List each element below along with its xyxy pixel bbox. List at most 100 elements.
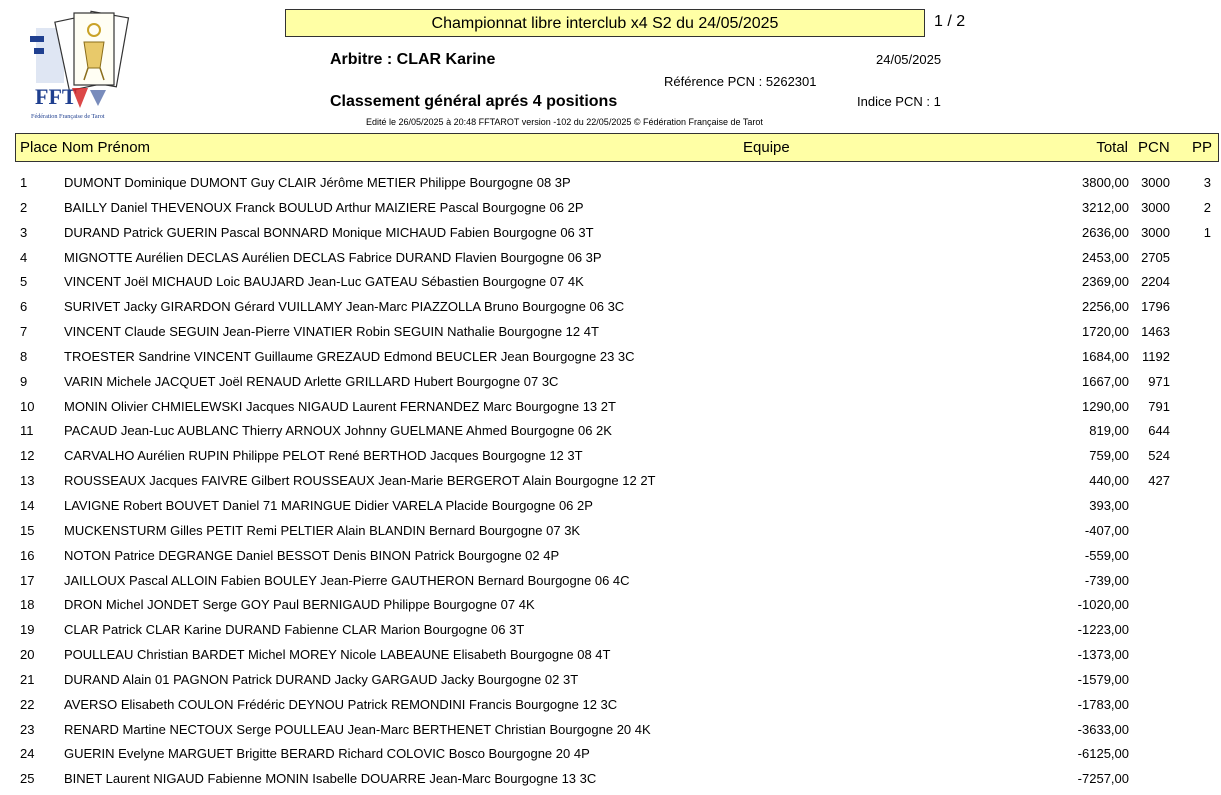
row-total: -7257,00: [1077, 771, 1129, 787]
row-team-members: VARIN Michele JACQUET Joël RENAUD Arlett…: [64, 373, 559, 389]
row-place: 23: [20, 721, 35, 737]
row-team-members: MONIN Olivier CHMIELEWSKI Jacques NIGAUD…: [64, 398, 616, 414]
row-place: 24: [20, 746, 35, 762]
table-header: Place Nom Prénom Equipe Total PCN PP: [15, 133, 1219, 162]
row-team-members: ROUSSEAUX Jacques FAIVRE Gilbert ROUSSEA…: [64, 473, 656, 489]
row-team-members: CARVALHO Aurélien RUPIN Philippe PELOT R…: [64, 448, 583, 464]
row-pcn: 644: [1148, 423, 1170, 439]
classement-heading: Classement général aprés 4 positions: [330, 93, 618, 110]
header-place-nom: Place Nom Prénom: [20, 139, 151, 156]
row-pp: 2: [1203, 199, 1211, 215]
row-total: 1290,00: [1082, 398, 1129, 414]
arbitre-label: Arbitre : CLAR Karine: [330, 51, 496, 68]
row-team-members: MIGNOTTE Aurélien DECLAS Aurélien DECLAS…: [64, 249, 602, 265]
table-row: 21 DURAND Alain 01 PAGNON Patrick DURAND …: [0, 667, 1221, 692]
row-total: -739,00: [1084, 572, 1129, 588]
row-place: 4: [20, 249, 28, 265]
table-row: 17 JAILLOUX Pascal ALLOIN Fabien BOULEY J…: [0, 568, 1221, 593]
row-team-members: DURAND Patrick GUERIN Pascal BONNARD Mon…: [64, 224, 594, 240]
row-total: -1373,00: [1077, 647, 1129, 663]
row-place: 25: [20, 771, 35, 787]
row-place: 12: [20, 448, 35, 464]
table-row: 3 DURAND Patrick GUERIN Pascal BONNARD Mo…: [0, 220, 1221, 245]
tarot-card-logo-icon: FFT Fédération Française de Tarot: [30, 10, 130, 120]
row-total: -407,00: [1084, 522, 1129, 538]
row-total: 3800,00: [1082, 175, 1129, 190]
row-place: 6: [20, 299, 28, 315]
row-total: -559,00: [1084, 547, 1129, 563]
row-team-members: DURAND Alain 01 PAGNON Patrick DURAND Ja…: [64, 671, 579, 687]
row-place: 5: [20, 274, 28, 290]
row-total: 2453,00: [1082, 249, 1129, 265]
row-pcn: 791: [1148, 398, 1170, 414]
row-total: 393,00: [1089, 497, 1129, 513]
row-pcn: 971: [1148, 373, 1170, 389]
row-total: 1720,00: [1082, 324, 1129, 340]
row-place: 8: [20, 348, 28, 364]
row-place: 1: [20, 175, 28, 190]
row-team-members: POULLEAU Christian BARDET Michel MOREY N…: [64, 647, 611, 663]
row-total: -1223,00: [1077, 622, 1129, 638]
table-row: 5 VINCENT Joël MICHAUD Loic BAUJARD Jean-…: [0, 269, 1221, 294]
table-row: 25 BINET Laurent NIGAUD Fabienne MONIN Is…: [0, 766, 1221, 791]
row-pcn: 1463: [1141, 324, 1170, 340]
row-place: 21: [20, 671, 35, 687]
row-total: 2369,00: [1082, 274, 1129, 290]
table-row: 24 GUERIN Evelyne MARGUET Brigitte BERARD…: [0, 741, 1221, 766]
row-total: 1667,00: [1082, 373, 1129, 389]
ranking-table: 1 DUMONT Dominique DUMONT Guy CLAIR Jérôm…: [0, 170, 1221, 791]
row-team-members: CLAR Patrick CLAR Karine DURAND Fabienne…: [64, 622, 525, 638]
table-row: 16 NOTON Patrice DEGRANGE Daniel BESSOT D…: [0, 543, 1221, 568]
table-row: 13 ROUSSEAUX Jacques FAIVRE Gilbert ROUSS…: [0, 468, 1221, 493]
event-date: 24/05/2025: [876, 52, 942, 67]
logo-caption: Fédération Française de Tarot: [31, 113, 105, 120]
row-pcn: 427: [1148, 473, 1170, 489]
row-team-members: LAVIGNE Robert BOUVET Daniel 71 MARINGUE…: [64, 497, 593, 513]
row-team-members: DRON Michel JONDET Serge GOY Paul BERNIG…: [64, 597, 535, 613]
row-pcn: 3000: [1141, 175, 1170, 190]
row-place: 7: [20, 324, 28, 340]
row-place: 14: [20, 497, 35, 513]
row-place: 13: [20, 473, 35, 489]
table-row: 10 MONIN Olivier CHMIELEWSKI Jacques NIGA…: [0, 394, 1221, 419]
page-number: 1 / 2: [934, 13, 966, 30]
row-team-members: VINCENT Joël MICHAUD Loic BAUJARD Jean-L…: [64, 274, 584, 290]
row-place: 15: [20, 522, 35, 538]
row-pcn: 3000: [1141, 199, 1170, 215]
row-place: 9: [20, 373, 28, 389]
row-pcn: 1796: [1141, 299, 1170, 315]
row-team-members: PACAUD Jean-Luc AUBLANC Thierry ARNOUX J…: [64, 423, 612, 439]
row-total: -1579,00: [1077, 671, 1129, 687]
table-row: 8 TROESTER Sandrine VINCENT Guillaume GRE…: [0, 344, 1221, 369]
row-pp: 3: [1203, 175, 1211, 190]
row-total: 2636,00: [1082, 224, 1129, 240]
row-total: 1684,00: [1082, 348, 1129, 364]
header-equipe: Equipe: [743, 139, 790, 156]
header-pcn: PCN: [1138, 139, 1170, 156]
row-place: 17: [20, 572, 35, 588]
row-pcn: 2204: [1141, 274, 1170, 290]
row-place: 11: [20, 423, 34, 439]
row-pcn: 2705: [1141, 249, 1170, 265]
row-total: 440,00: [1089, 473, 1129, 489]
row-place: 22: [20, 696, 35, 712]
header-total: Total: [1096, 139, 1128, 156]
row-team-members: TROESTER Sandrine VINCENT Guillaume GREZ…: [64, 348, 635, 364]
row-pcn: 524: [1148, 448, 1170, 464]
row-place: 2: [20, 199, 28, 215]
row-team-members: NOTON Patrice DEGRANGE Daniel BESSOT Den…: [64, 547, 560, 563]
reference-pcn: Référence PCN : 5262301: [664, 74, 817, 89]
row-total: 3212,00: [1082, 199, 1129, 215]
table-row: 18 DRON Michel JONDET Serge GOY Paul BERN…: [0, 592, 1221, 617]
row-team-members: SURIVET Jacky GIRARDON Gérard VUILLAMY J…: [64, 299, 625, 315]
row-pp: 1: [1203, 224, 1211, 240]
row-team-members: AVERSO Elisabeth COULON Frédéric DEYNOU …: [64, 696, 618, 712]
row-place: 18: [20, 597, 35, 613]
table-row: 11 PACAUD Jean-Luc AUBLANC Thierry ARNOUX…: [0, 418, 1221, 443]
indice-pcn: Indice PCN : 1: [857, 94, 941, 109]
row-team-members: BAILLY Daniel THEVENOUX Franck BOULUD Ar…: [64, 199, 584, 215]
page-title: Championnat libre interclub x4 S2 du 24/…: [285, 9, 925, 37]
row-total: -3633,00: [1077, 721, 1129, 737]
row-total: -1783,00: [1077, 696, 1129, 712]
row-total: 819,00: [1089, 423, 1129, 439]
